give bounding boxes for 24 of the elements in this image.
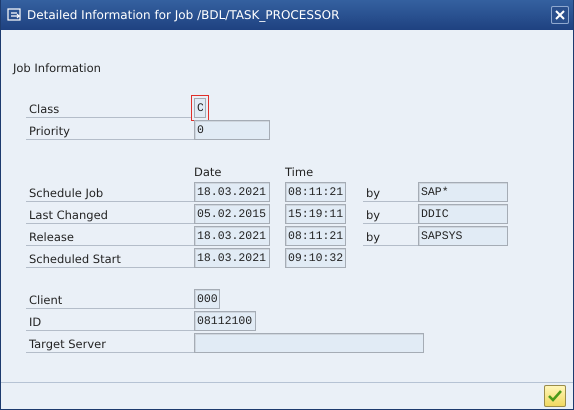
time-field[interactable]: 08:11:21 xyxy=(285,226,346,246)
close-button[interactable] xyxy=(551,6,569,24)
column-header: Time xyxy=(285,165,314,179)
date-field[interactable]: 18.03.2021 xyxy=(194,248,270,268)
date-field[interactable]: 18.03.2021 xyxy=(194,226,270,246)
column-header: Date xyxy=(194,165,222,179)
user-field[interactable]: SAPSYS xyxy=(418,226,508,246)
user-field[interactable]: DDIC xyxy=(418,204,508,224)
text-field[interactable]: 08112100 xyxy=(194,311,256,331)
text-field[interactable] xyxy=(194,333,424,353)
time-field[interactable]: 15:19:11 xyxy=(285,204,346,224)
time-field[interactable]: 09:10:32 xyxy=(285,248,346,268)
time-field[interactable]: 08:11:21 xyxy=(285,182,346,202)
close-icon xyxy=(555,10,565,20)
window-icon xyxy=(7,8,23,22)
checkmark-icon xyxy=(548,390,562,402)
text-field[interactable]: 000 xyxy=(194,289,220,309)
section-title: Job Information xyxy=(13,61,101,75)
date-field[interactable]: 18.03.2021 xyxy=(194,182,270,202)
user-field[interactable]: SAP* xyxy=(418,182,508,202)
window-title: Detailed Information for Job /BDL/TASK_PROCESSOR xyxy=(27,8,340,22)
date-field[interactable]: 05.02.2015 xyxy=(194,204,270,224)
text-field[interactable]: 0 xyxy=(194,120,270,140)
confirm-button[interactable] xyxy=(544,385,566,407)
